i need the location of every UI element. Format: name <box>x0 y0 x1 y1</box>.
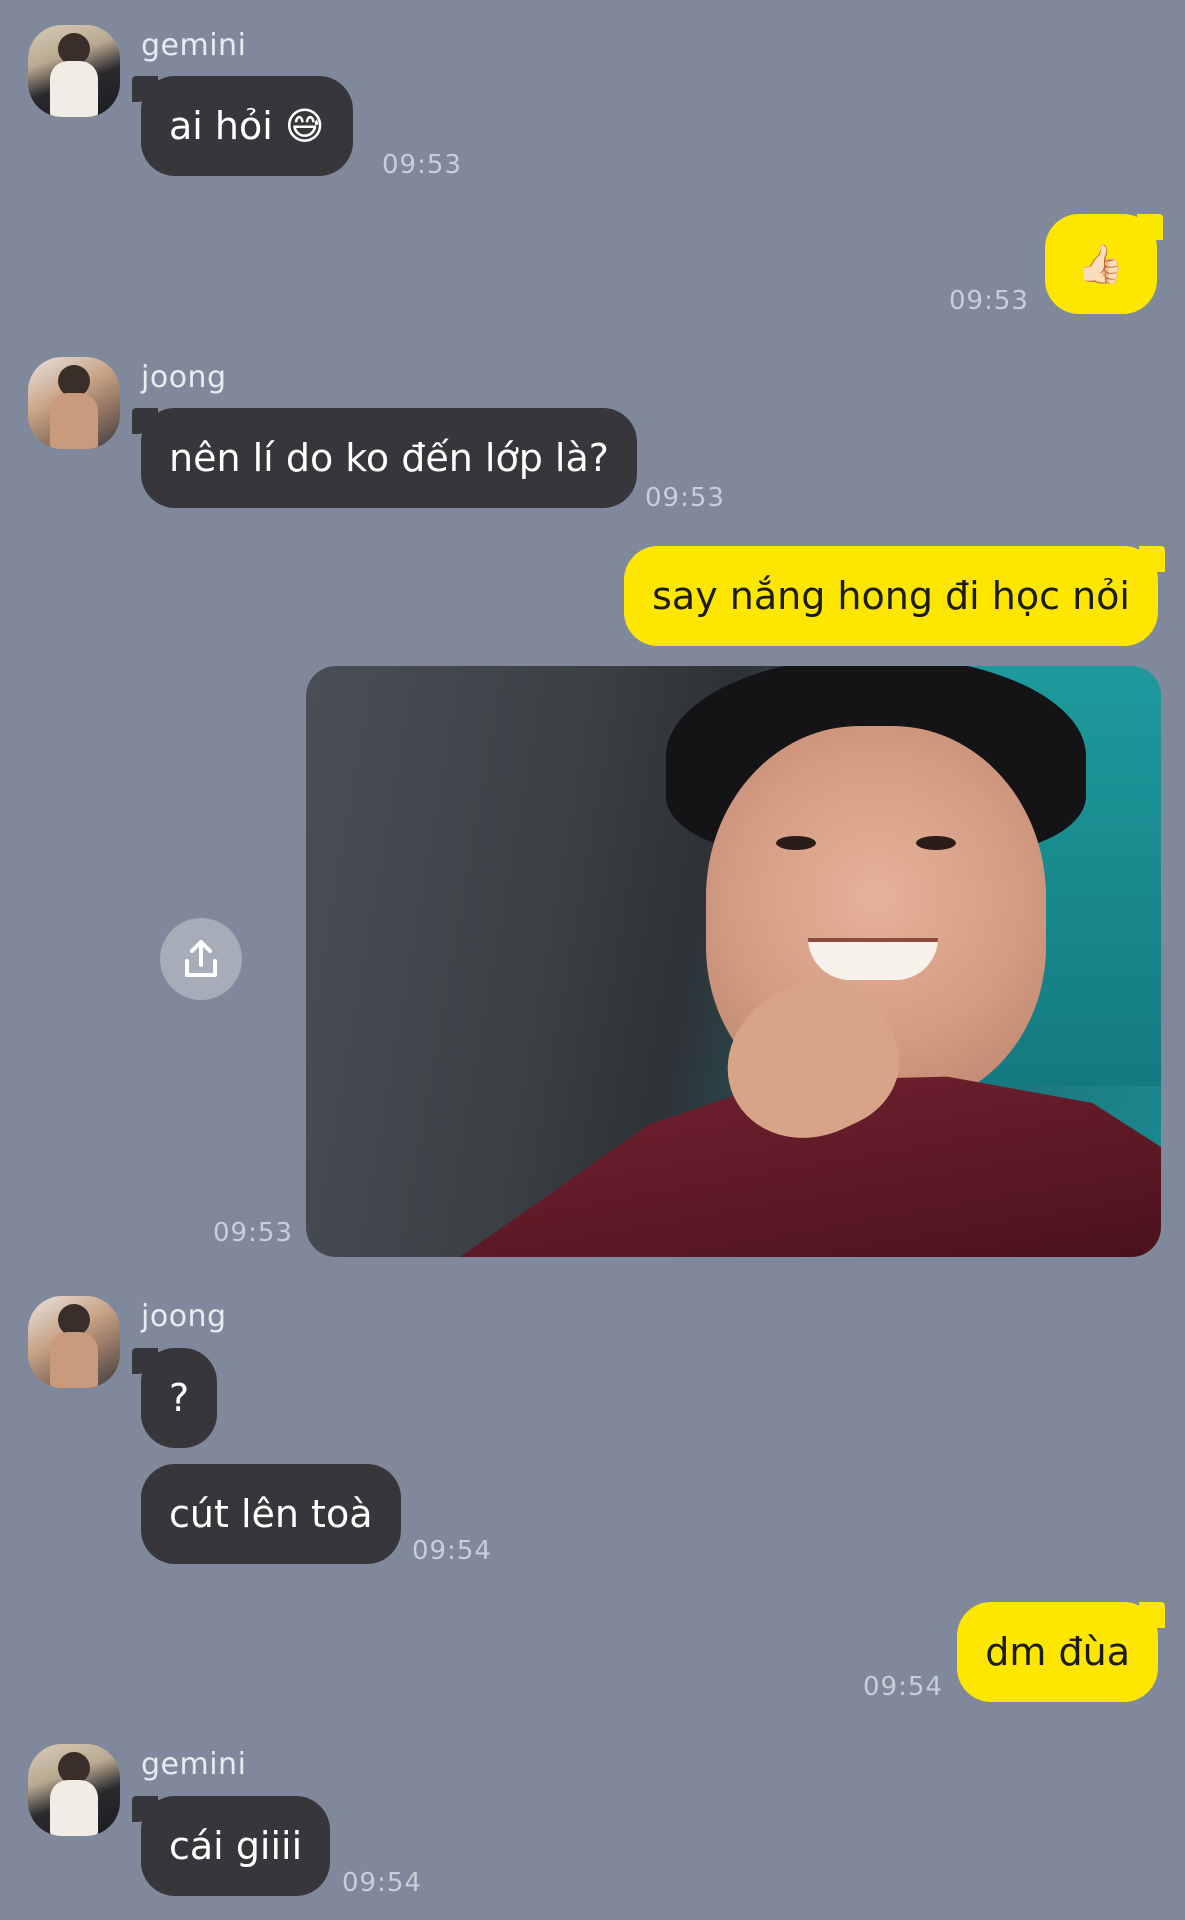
avatar-joong[interactable] <box>28 1296 120 1388</box>
message-timestamp: 09:53 <box>949 286 1029 316</box>
avatar-figure-body <box>50 1780 98 1836</box>
photo-message[interactable] <box>306 666 1161 1257</box>
sender-name: gemini <box>141 28 247 63</box>
sender-name: joong <box>141 360 227 395</box>
message-timestamp: 09:53 <box>213 1218 293 1248</box>
outgoing-message-bubble[interactable]: dm đùa <box>957 1602 1158 1702</box>
incoming-message-bubble[interactable]: ai hỏi 😅 <box>141 76 353 176</box>
avatar-figure-body <box>50 61 98 117</box>
share-upload-icon <box>185 940 217 977</box>
message-timestamp: 09:54 <box>342 1868 422 1898</box>
avatar-figure-body <box>50 393 98 449</box>
incoming-message-bubble[interactable]: ? <box>141 1348 218 1448</box>
avatar-joong[interactable] <box>28 357 120 449</box>
message-timestamp: 09:54 <box>863 1672 943 1702</box>
incoming-message-bubble[interactable]: nên lí do ko đến lớp là? <box>141 408 637 508</box>
sender-name: joong <box>141 1299 227 1334</box>
incoming-message-bubble[interactable]: cái giiii <box>141 1796 331 1896</box>
avatar-gemini[interactable] <box>28 25 120 117</box>
message-timestamp: 09:53 <box>382 150 462 180</box>
share-button[interactable] <box>160 918 242 1000</box>
message-timestamp: 09:53 <box>645 483 725 513</box>
avatar-figure-body <box>50 1332 98 1388</box>
outgoing-message-bubble[interactable]: say nắng hong đi học nỏi <box>624 546 1158 646</box>
message-timestamp: 09:54 <box>412 1536 492 1566</box>
sender-name: gemini <box>141 1747 247 1782</box>
avatar-gemini[interactable] <box>28 1744 120 1836</box>
incoming-message-bubble[interactable]: cút lên toà <box>141 1464 401 1564</box>
